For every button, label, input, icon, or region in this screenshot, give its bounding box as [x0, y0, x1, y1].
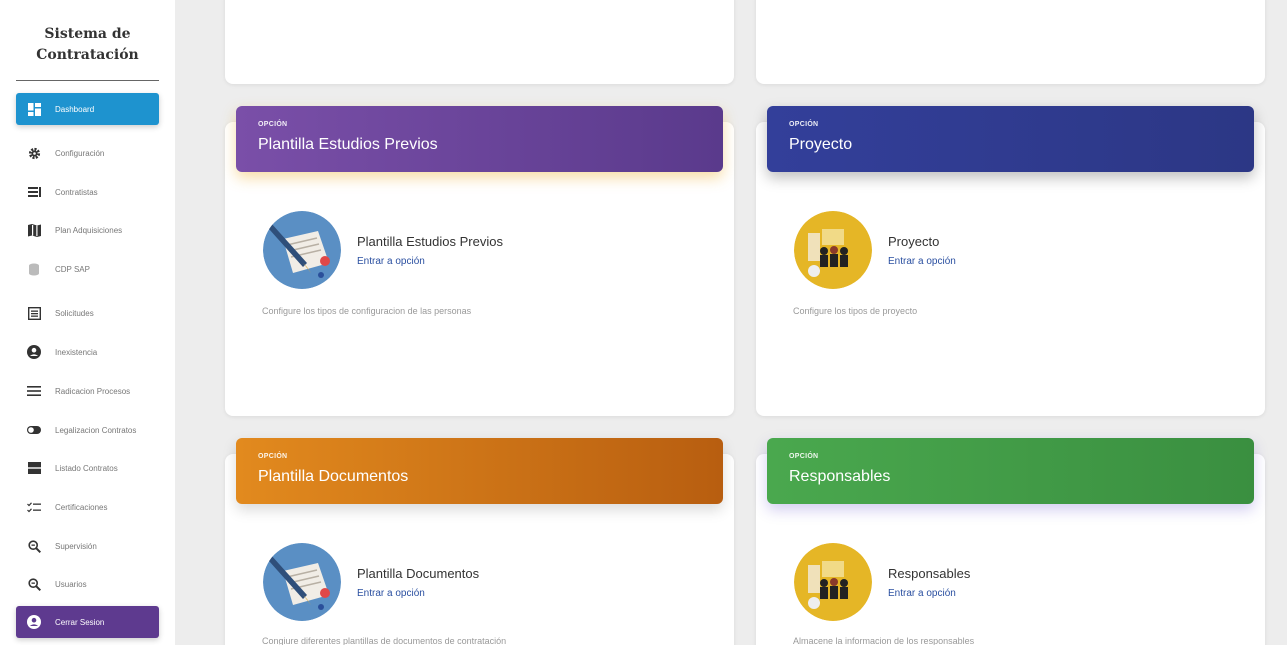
document-quill-icon: [263, 211, 341, 289]
sidebar-item-certificaciones[interactable]: Certificaciones: [16, 491, 159, 523]
card-header: OPCIÓN Proyecto: [767, 106, 1254, 172]
option-description: Configure los tipos de proyecto: [793, 306, 918, 316]
sidebar-item-plan-adquisiciones[interactable]: Plan Adquisiciones: [16, 214, 159, 246]
team-meeting-icon: [794, 211, 872, 289]
sidebar: Sistema de Contratación Dashboard Config…: [0, 0, 175, 645]
sidebar-item-configuracion[interactable]: Configuración: [16, 137, 159, 169]
brand-divider: [16, 80, 159, 81]
sidebar-item-dashboard[interactable]: Dashboard: [16, 93, 159, 125]
sidebar-item-supervision[interactable]: Supervisión: [16, 530, 159, 562]
card-header: OPCIÓN Plantilla Estudios Previos: [236, 106, 723, 172]
card-overline: OPCIÓN: [258, 121, 288, 128]
sidebar-item-listado-contratos[interactable]: Listado Contratos: [16, 452, 159, 484]
sidebar-item-label: Contratistas: [55, 187, 98, 197]
gear-icon: [27, 146, 41, 160]
checklist-icon: [27, 500, 41, 514]
option-description: Almacene la informacion de los responsab…: [793, 636, 975, 645]
magnifier-icon: [27, 539, 41, 553]
sidebar-item-label: CDP SAP: [55, 264, 90, 274]
sidebar-item-label: Plan Adquisiciones: [55, 225, 123, 235]
sidebar-item-label: Supervisión: [55, 541, 97, 551]
card-header: OPCIÓN Responsables: [767, 438, 1254, 504]
card-header: OPCIÓN Plantilla Documentos: [236, 438, 723, 504]
sidebar-item-inexistencia[interactable]: Inexistencia: [16, 336, 159, 368]
sidebar-item-legalizacion-contratos[interactable]: Legalizacion Contratos: [16, 414, 159, 446]
team-meeting-icon: [794, 543, 872, 621]
card-title: Proyecto: [789, 136, 853, 153]
option-description: Congiure diferentes plantillas de docume…: [262, 636, 507, 645]
card-overline: OPCIÓN: [789, 453, 819, 460]
sidebar-item-label: Usuarios: [55, 579, 87, 589]
user-circle-icon: [27, 615, 41, 629]
sidebar-item-label: Configuración: [55, 148, 105, 158]
enter-option-link[interactable]: Entrar a opción: [357, 588, 425, 599]
list-icon: [27, 185, 41, 199]
logout-button[interactable]: Cerrar Sesion: [16, 606, 159, 638]
card-top-right: [756, 0, 1265, 84]
sidebar-item-label: Inexistencia: [55, 347, 98, 357]
option-name: Proyecto: [888, 234, 940, 249]
option-name: Plantilla Documentos: [357, 566, 480, 581]
form-icon: [27, 306, 41, 320]
card-title: Plantilla Documentos: [258, 468, 409, 485]
sidebar-item-cdp-sap[interactable]: CDP SAP: [16, 253, 159, 285]
lines-icon: [27, 384, 41, 398]
option-description: Configure los tipos de configuracion de …: [262, 306, 472, 316]
logout-label: Cerrar Sesion: [55, 617, 105, 627]
brand-title: Sistema de Contratación: [36, 26, 139, 63]
sidebar-item-usuarios[interactable]: Usuarios: [16, 568, 159, 600]
storage-icon: [27, 461, 41, 475]
card-title: Plantilla Estudios Previos: [258, 136, 438, 153]
user-circle-icon: [27, 345, 41, 359]
card-top-left: [225, 0, 734, 84]
map-icon: [27, 223, 41, 237]
sidebar-item-label: Listado Contratos: [55, 463, 118, 473]
enter-option-link[interactable]: Entrar a opción: [888, 256, 956, 267]
sidebar-item-radicacion-procesos[interactable]: Radicacion Procesos: [16, 375, 159, 407]
document-quill-icon: [263, 543, 341, 621]
card-title: Responsables: [789, 468, 891, 485]
sidebar-item-contratistas[interactable]: Contratistas: [16, 176, 159, 208]
sidebar-item-label: Solicitudes: [55, 308, 94, 318]
sidebar-item-label: Dashboard: [55, 104, 95, 114]
card-overline: OPCIÓN: [258, 453, 288, 460]
sidebar-item-label: Certificaciones: [55, 502, 108, 512]
toggle-icon: [27, 423, 41, 437]
sidebar-item-label: Legalizacion Contratos: [55, 425, 137, 435]
option-name: Responsables: [888, 566, 971, 581]
coins-icon: [27, 262, 41, 276]
sidebar-item-label: Radicacion Procesos: [55, 386, 131, 396]
sidebar-item-solicitudes[interactable]: Solicitudes: [16, 297, 159, 329]
magnifier-icon: [27, 577, 41, 591]
card-overline: OPCIÓN: [789, 121, 819, 128]
enter-option-link[interactable]: Entrar a opción: [357, 256, 425, 267]
dashboard-icon: [27, 102, 41, 116]
enter-option-link[interactable]: Entrar a opción: [888, 588, 956, 599]
option-name: Plantilla Estudios Previos: [357, 234, 503, 249]
